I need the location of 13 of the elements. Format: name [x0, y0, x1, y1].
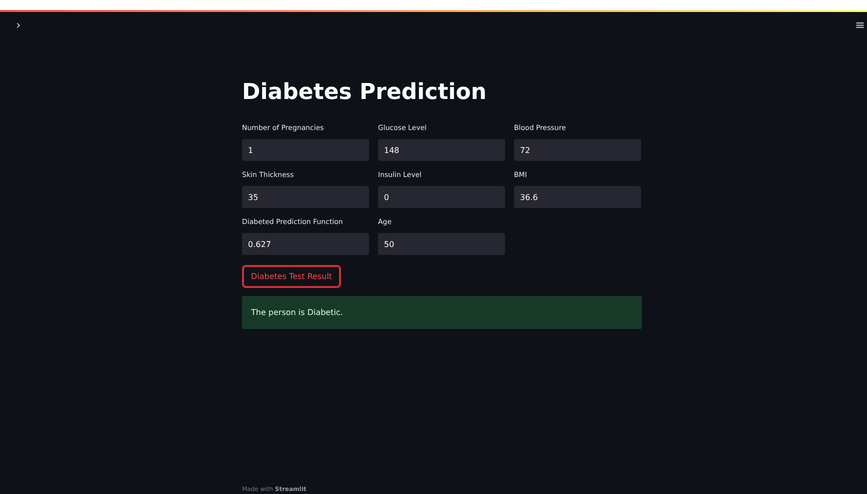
result-button[interactable]: Diabetes Test Result: [242, 265, 342, 288]
input-field[interactable]: 50: [378, 233, 505, 255]
menu-icon[interactable]: ≡: [854, 18, 865, 42]
input-field[interactable]: 35: [242, 186, 369, 208]
input-field[interactable]: 72: [514, 139, 641, 161]
input-field[interactable]: 148: [378, 139, 505, 161]
input-field[interactable]: 1: [242, 139, 369, 161]
sidebar-toggle[interactable]: ›: [16, 18, 21, 42]
input-field[interactable]: 0: [378, 186, 505, 208]
input-field[interactable]: 0.627: [242, 233, 369, 255]
input-field[interactable]: 36.6: [514, 186, 641, 208]
page-title: Diabetes Prediction: [242, 80, 488, 106]
result-message: The person is Diabetic.: [242, 296, 642, 329]
